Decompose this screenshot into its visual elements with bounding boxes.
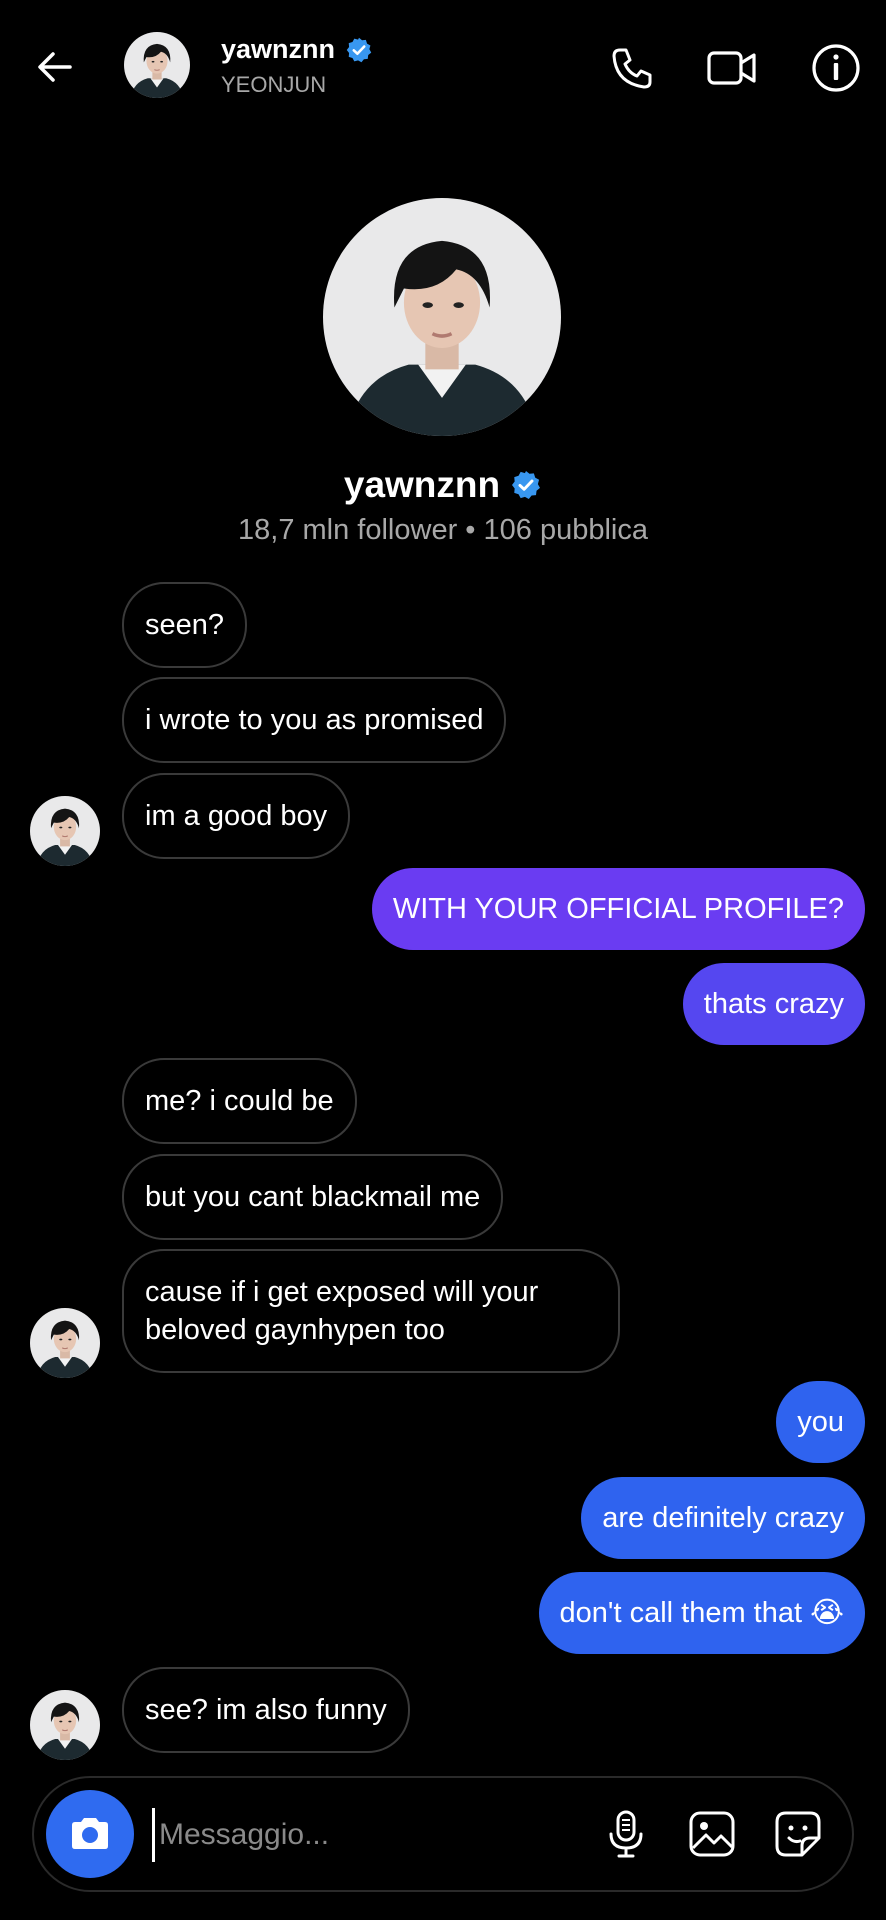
sender-avatar[interactable] (30, 1308, 100, 1378)
profile-name-label: yawnznn (343, 464, 501, 505)
message-bubble-outgoing[interactable]: are definitely crazy (581, 1477, 865, 1559)
profile-avatar[interactable] (323, 198, 561, 436)
message-bubble-outgoing[interactable]: you (776, 1381, 865, 1463)
camera-button[interactable] (46, 1790, 134, 1878)
chat-header: yawnznn YEONJUN (0, 0, 886, 132)
back-arrow-icon[interactable] (30, 42, 80, 92)
contact-name[interactable]: yawnznn (221, 34, 373, 65)
profile-name: yawnznn (0, 464, 886, 506)
contact-username: YEONJUN (221, 72, 327, 97)
contact-name-label: yawnznn (221, 34, 336, 64)
message-bubble-outgoing[interactable]: don't call them that 😭 (538, 1572, 865, 1654)
message-bubble-incoming[interactable]: me? i could be (122, 1058, 357, 1144)
message-bubble-incoming[interactable]: see? im also funny (122, 1667, 410, 1753)
sticker-icon[interactable] (772, 1808, 824, 1860)
avatar[interactable] (124, 32, 190, 98)
phone-icon[interactable] (606, 42, 658, 94)
info-icon[interactable] (810, 42, 862, 94)
message-bubble-outgoing[interactable]: WITH YOUR OFFICIAL PROFILE? (371, 868, 865, 950)
message-composer (32, 1776, 854, 1892)
sender-avatar[interactable] (30, 796, 100, 866)
message-input[interactable] (152, 1808, 452, 1862)
message-bubble-incoming[interactable]: but you cant blackmail me (122, 1154, 504, 1240)
microphone-icon[interactable] (600, 1808, 652, 1860)
verified-badge-icon (512, 471, 541, 499)
message-bubble-incoming[interactable]: cause if i get exposed will your beloved… (122, 1249, 620, 1373)
message-bubble-incoming[interactable]: seen? (122, 582, 248, 668)
sender-avatar[interactable] (30, 1690, 100, 1760)
profile-stats: 18,7 mln follower • 106 pubblica (238, 514, 648, 546)
video-icon[interactable] (706, 42, 758, 94)
camera-icon (72, 1818, 108, 1849)
message-bubble-outgoing[interactable]: thats crazy (682, 963, 865, 1045)
verified-badge-icon (346, 37, 372, 62)
message-bubble-incoming[interactable]: im a good boy (122, 773, 351, 859)
message-bubble-incoming[interactable]: i wrote to you as promised (122, 677, 507, 763)
gallery-icon[interactable] (686, 1808, 738, 1860)
